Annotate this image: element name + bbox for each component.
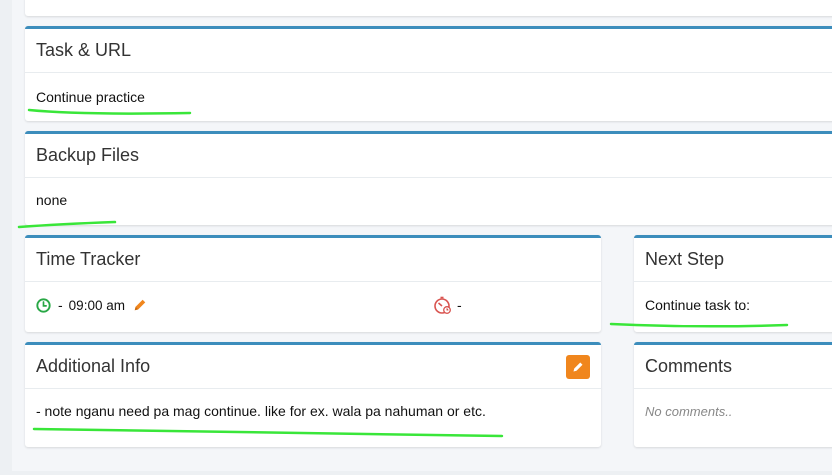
- comments-title: Comments: [634, 345, 832, 389]
- clock-icon: [36, 297, 51, 313]
- pencil-icon[interactable]: [133, 298, 147, 312]
- next-step-card: Next Step Continue task to:: [634, 235, 832, 332]
- next-step-value: Continue task to:: [645, 297, 751, 313]
- additional-info-card: Additional Info - note nganu need pa mag…: [25, 342, 601, 447]
- edit-button[interactable]: [566, 355, 590, 379]
- edit-icon: [572, 361, 584, 373]
- time-tracker-card: Time Tracker - 09:00 am -: [25, 235, 601, 332]
- comments-card: Comments No comments..: [634, 342, 832, 447]
- previous-card: [25, 0, 832, 16]
- start-time: 09:00 am: [68, 297, 125, 313]
- time-tracker-title: Time Tracker: [25, 238, 601, 282]
- additional-info-header: Additional Info: [25, 345, 601, 389]
- start-dash: -: [58, 297, 63, 313]
- stopwatch-icon: [433, 295, 453, 315]
- comments-value: No comments..: [645, 403, 733, 419]
- backup-files-card: Backup Files none: [25, 131, 832, 225]
- additional-info-title: Additional Info: [36, 356, 151, 376]
- end-dash: -: [457, 297, 462, 313]
- backup-files-value: none: [36, 192, 68, 208]
- task-url-title: Task & URL: [25, 29, 832, 73]
- backup-files-title: Backup Files: [25, 134, 832, 178]
- next-step-title: Next Step: [634, 238, 832, 282]
- task-url-value: Continue practice: [36, 89, 145, 105]
- additional-info-value: - note nganu need pa mag continue. like …: [36, 403, 486, 419]
- task-url-card: Task & URL Continue practice: [25, 26, 832, 121]
